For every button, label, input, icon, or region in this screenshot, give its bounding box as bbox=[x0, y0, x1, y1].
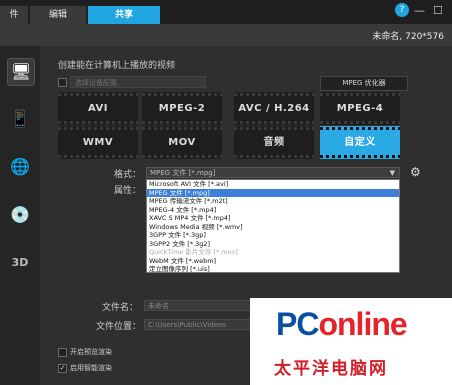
list-item[interactable]: 3GPP 文件 [*.3gp] bbox=[147, 231, 399, 240]
format-custom-button[interactable]: 自定义 bbox=[320, 126, 400, 159]
device-checkbox[interactable] bbox=[58, 78, 67, 87]
format-select-value: MPEG 文件 [*.mpg] bbox=[150, 169, 216, 177]
monitor-icon[interactable]: 🖥 bbox=[7, 58, 35, 86]
list-item[interactable]: WebM 文件 [*.webm] bbox=[147, 257, 399, 266]
gear-icon[interactable]: ⚙ bbox=[410, 165, 421, 179]
list-item[interactable]: Microsoft AVI 文件 [*.avi] bbox=[147, 180, 399, 189]
globe-icon[interactable]: 🌐 bbox=[7, 154, 33, 180]
preview-render-checkbox[interactable] bbox=[58, 348, 67, 357]
device-profile-select: 选择设备配置 bbox=[70, 76, 206, 88]
format-dropdown-list: Microsoft AVI 文件 [*.avi] MPEG 文件 [*.mpg]… bbox=[146, 179, 400, 273]
tab-capture[interactable]: 件 bbox=[0, 6, 28, 24]
maximize-icon[interactable]: ☐ bbox=[433, 4, 443, 17]
list-item-disabled: QuickTime 影片文件 [*.mov] bbox=[149, 248, 238, 256]
list-item-selected[interactable]: MPEG 文件 [*.mpg] bbox=[147, 188, 399, 197]
format-avi-button[interactable]: AVI bbox=[58, 92, 138, 125]
pconline-watermark: PConline 太平洋电脑网 bbox=[250, 298, 452, 385]
list-item[interactable]: XAVC S MP4 文件 [*.mp4] bbox=[147, 214, 399, 223]
list-item[interactable]: MPEG 传输流文件 [*.m2t] bbox=[147, 197, 399, 206]
tab-edit[interactable]: 编辑 bbox=[30, 6, 86, 24]
tab-share[interactable]: 共享 bbox=[88, 6, 160, 24]
sidebar: 🖥 📱 🌐 💿 3D bbox=[0, 46, 40, 385]
minimize-icon[interactable]: — bbox=[414, 4, 425, 17]
top-bar: 件 编辑 共享 ? — ☐ bbox=[0, 0, 452, 24]
watermark-subtitle: 太平洋电脑网 bbox=[274, 359, 388, 379]
help-icon[interactable]: ? bbox=[395, 3, 409, 17]
list-item[interactable]: MPEG-4 文件 [*.mp4] bbox=[147, 206, 399, 215]
list-item[interactable]: Windows Media 视频 [*.wmv] bbox=[147, 223, 399, 232]
chevron-down-icon: ▼ bbox=[389, 169, 395, 177]
filename-label: 文件名： bbox=[102, 303, 139, 313]
format-wmv-button[interactable]: WMV bbox=[58, 126, 138, 159]
device-icon[interactable]: 📱 bbox=[7, 106, 33, 132]
format-label: 格式： bbox=[114, 170, 142, 180]
format-mpeg4-button[interactable]: MPEG-4 bbox=[320, 92, 400, 125]
list-item[interactable]: 3GPP2 文件 [*.3g2] bbox=[147, 240, 399, 249]
watermark-logo: PConline bbox=[276, 306, 408, 342]
page-title: 创建能在计算机上播放的视频 bbox=[58, 61, 176, 71]
project-info: 未命名, 720*576 bbox=[372, 32, 444, 42]
format-avc-button[interactable]: AVC / H.264 bbox=[234, 92, 314, 125]
format-select[interactable]: MPEG 文件 [*.mpg] ▼ bbox=[146, 167, 400, 178]
format-audio-button[interactable]: 音频 bbox=[234, 126, 314, 159]
format-mpeg2-button[interactable]: MPEG-2 bbox=[142, 92, 222, 125]
preview-render-label: 开启预览渲染 bbox=[70, 348, 112, 356]
property-label: 属性： bbox=[114, 186, 142, 196]
3d-icon[interactable]: 3D bbox=[7, 250, 33, 276]
list-item[interactable]: 定立图像序列 [*.uis] bbox=[147, 265, 399, 274]
disc-icon[interactable]: 💿 bbox=[7, 202, 33, 228]
location-label: 文件位置： bbox=[96, 322, 142, 332]
format-mov-button[interactable]: MOV bbox=[142, 126, 222, 159]
status-bar: 未命名, 720*576 bbox=[0, 24, 452, 46]
smart-render-checkbox[interactable]: ✓ bbox=[58, 364, 67, 373]
mpeg-optimizer-button[interactable]: MPEG 优化器 bbox=[320, 76, 408, 91]
smart-render-label: 启用智能渲染 bbox=[70, 364, 112, 372]
